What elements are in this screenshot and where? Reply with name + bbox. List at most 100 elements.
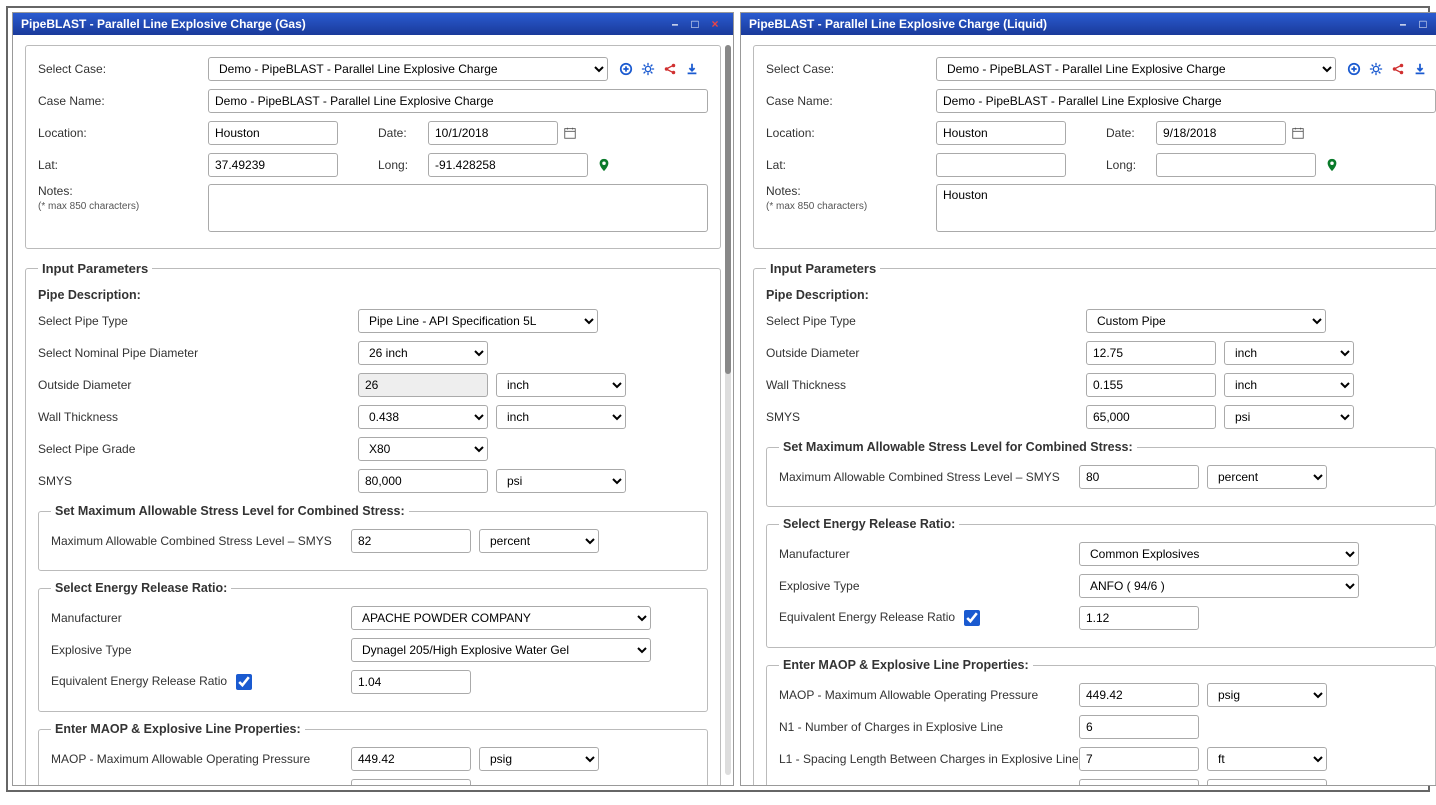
date-label: Date: [1106,126,1156,140]
maximize-button[interactable]: □ [1413,17,1433,31]
download-icon[interactable] [1412,61,1428,77]
gear-icon[interactable] [640,61,656,77]
smys-input[interactable] [1086,405,1216,429]
select-case-label: Select Case: [766,62,936,76]
date-input[interactable] [1156,121,1286,145]
outside-diameter-unit[interactable]: inch [1224,341,1354,365]
case-name-input[interactable] [208,89,708,113]
manufacturer-dropdown[interactable]: APACHE POWDER COMPANY [351,606,651,630]
wall-thickness-unit[interactable]: inch [1224,373,1354,397]
eerr-input[interactable] [351,670,471,694]
maximize-button[interactable]: □ [685,17,705,31]
gear-icon[interactable] [1368,61,1384,77]
explosive-type-dropdown[interactable]: ANFO ( 94/6 ) [1079,574,1359,598]
long-input[interactable] [1156,153,1316,177]
select-nominal-dropdown[interactable]: 26 inch [358,341,488,365]
w1-unit[interactable]: lb [1207,779,1327,785]
select-pipe-grade-dropdown[interactable]: X80 [358,437,488,461]
input-parameters-fieldset: Input Parameters Pipe Description: Selec… [25,261,721,785]
max-stress-input[interactable] [1079,465,1199,489]
eerr-checkbox[interactable] [964,610,980,626]
smys-unit[interactable]: psi [1224,405,1354,429]
panel-body: Select Case: Demo - PipeBLAST - Parallel… [741,35,1436,785]
smys-unit[interactable]: psi [496,469,626,493]
explosive-type-label: Explosive Type [51,643,351,657]
eerr-checkbox[interactable] [236,674,252,690]
select-case-dropdown[interactable]: Demo - PipeBLAST - Parallel Line Explosi… [208,57,608,81]
wall-thickness-unit[interactable]: inch [496,405,626,429]
l1-input[interactable] [1079,747,1199,771]
maop-label: MAOP - Maximum Allowable Operating Press… [779,688,1079,702]
maop-label: MAOP - Maximum Allowable Operating Press… [51,752,351,766]
minimize-button[interactable]: – [1393,17,1413,31]
select-pipe-type-dropdown[interactable]: Custom Pipe [1086,309,1326,333]
minimize-button[interactable]: – [665,17,685,31]
eerr-label: Equivalent Energy Release Ratio [779,610,1079,626]
window-title: PipeBLAST - Parallel Line Explosive Char… [21,17,306,31]
calendar-icon[interactable] [1290,125,1306,141]
select-nominal-label: Select Nominal Pipe Diameter [38,346,358,360]
notes-textarea[interactable] [208,184,708,232]
smys-input[interactable] [358,469,488,493]
maop-unit[interactable]: psig [1207,683,1327,707]
maop-input[interactable] [1079,683,1199,707]
lat-input[interactable] [936,153,1066,177]
location-label: Location: [766,126,936,140]
manufacturer-dropdown[interactable]: Common Explosives [1079,542,1359,566]
share-icon[interactable] [1390,61,1406,77]
notes-textarea[interactable]: Houston [936,184,1436,232]
pipe-desc-label: Pipe Description: [38,288,708,302]
date-input[interactable] [428,121,558,145]
maop-input[interactable] [351,747,471,771]
wall-thickness-label: Wall Thickness [766,378,1086,392]
scrollbar[interactable] [725,45,731,775]
case-name-label: Case Name: [766,94,936,108]
maop-legend: Enter MAOP & Explosive Line Properties: [51,722,305,736]
eerr-input[interactable] [1079,606,1199,630]
n1-input[interactable] [351,779,471,785]
w1-input[interactable] [1079,779,1199,785]
map-pin-icon[interactable] [1324,157,1340,173]
add-icon[interactable] [618,61,634,77]
download-icon[interactable] [684,61,700,77]
select-case-label: Select Case: [38,62,208,76]
max-stress-unit[interactable]: percent [1207,465,1327,489]
add-icon[interactable] [1346,61,1362,77]
titlebar-gas: PipeBLAST - Parallel Line Explosive Char… [13,13,733,35]
outside-diameter-input[interactable] [1086,341,1216,365]
location-input[interactable] [208,121,338,145]
wall-thickness-dropdown[interactable]: 0.438 [358,405,488,429]
explosive-type-dropdown[interactable]: Dynagel 205/High Explosive Water Gel [351,638,651,662]
select-pipe-type-dropdown[interactable]: Pipe Line - API Specification 5L [358,309,598,333]
maop-unit[interactable]: psig [479,747,599,771]
energy-legend: Select Energy Release Ratio: [779,517,959,531]
stress-fieldset: Set Maximum Allowable Stress Level for C… [766,440,1436,507]
close-button[interactable]: × [705,17,725,31]
max-stress-input[interactable] [351,529,471,553]
energy-fieldset: Select Energy Release Ratio: Manufacture… [38,581,708,712]
long-input[interactable] [428,153,588,177]
stress-legend: Set Maximum Allowable Stress Level for C… [51,504,409,518]
calendar-icon[interactable] [562,125,578,141]
stress-legend: Set Maximum Allowable Stress Level for C… [779,440,1137,454]
lat-input[interactable] [208,153,338,177]
n1-label: N1 - Number of Charges in Explosive Line [779,720,1079,734]
explosive-type-label: Explosive Type [779,579,1079,593]
n1-label: N1 - Number of Charges in Explosive Line [51,784,351,785]
manufacturer-label: Manufacturer [779,547,1079,561]
location-label: Location: [38,126,208,140]
wall-thickness-input[interactable] [1086,373,1216,397]
location-input[interactable] [936,121,1066,145]
n1-input[interactable] [1079,715,1199,739]
notes-label: Notes: (* max 850 characters) [38,184,208,212]
titlebar-liquid: PipeBLAST - Parallel Line Explosive Char… [741,13,1436,35]
share-icon[interactable] [662,61,678,77]
l1-unit[interactable]: ft [1207,747,1327,771]
select-case-dropdown[interactable]: Demo - PipeBLAST - Parallel Line Explosi… [936,57,1336,81]
smys-label: SMYS [38,474,358,488]
case-name-input[interactable] [936,89,1436,113]
max-stress-unit[interactable]: percent [479,529,599,553]
select-pipe-type-label: Select Pipe Type [38,314,358,328]
outside-diameter-unit[interactable]: inch [496,373,626,397]
map-pin-icon[interactable] [596,157,612,173]
